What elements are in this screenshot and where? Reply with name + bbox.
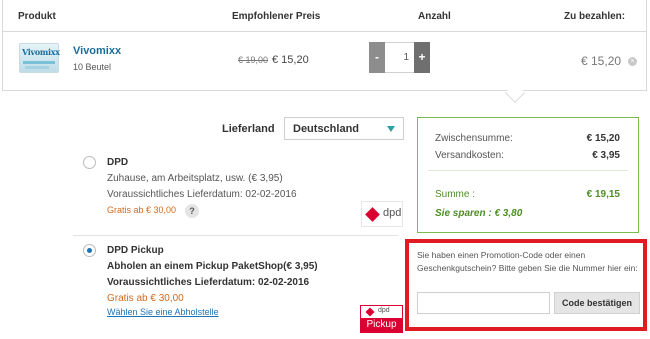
dpd-cube-icon (365, 307, 375, 317)
savings-text: Sie sparen : € 3,80 (435, 208, 523, 219)
subtotal-row: Zwischensumme: € 15,20 (418, 133, 638, 147)
total-row: Summe : € 19,15 (418, 189, 638, 203)
shipping-option-description: Zuhause, am Arbeitsplatz, usw. (€ 3,95) (107, 173, 283, 184)
shipping-option-delivery-date: Voraussichtliches Lieferdatum: 02-02-201… (107, 189, 297, 200)
dpd-pickup-logo: dpd Pickup (360, 305, 403, 333)
shipping-cost-row: Versandkosten: € 3,95 (418, 150, 638, 164)
dpd-logo: dpd (361, 201, 403, 227)
product-image-stripe (23, 61, 55, 64)
shipping-free-threshold: Gratis ab € 30,00 (107, 205, 177, 215)
choose-pickup-location-link[interactable]: Wählen Sie eine Abholstelle (107, 307, 219, 317)
shipping-free-threshold: Gratis ab € 30,00 (107, 293, 184, 304)
product-package-size: 10 Beutel (73, 62, 112, 72)
header-anzahl: Anzahl (418, 11, 451, 22)
shipping-radio-dpd[interactable] (83, 156, 96, 169)
dpd-logo-text: dpd (383, 207, 402, 219)
pickup-logo-text: Pickup (361, 318, 402, 332)
quantity-increase-button[interactable]: + (414, 42, 430, 73)
country-select[interactable]: Deutschland (284, 117, 404, 140)
country-selected-value: Deutschland (293, 123, 360, 135)
country-label: Lieferland (222, 123, 275, 135)
shipping-cost-value: € 3,95 (592, 150, 620, 161)
total-label: Summe : (435, 189, 476, 200)
subtotal-label: Zwischensumme: (435, 133, 513, 144)
product-name-link[interactable]: Vivomixx (73, 45, 121, 57)
quantity-input[interactable]: 1 (386, 43, 413, 72)
quantity-decrease-button[interactable]: - (369, 42, 385, 73)
shipping-radio-dpd-pickup[interactable] (83, 244, 96, 257)
shipping-option-delivery-date: Voraussichtliches Lieferdatum: 02-02-201… (107, 277, 310, 288)
shipping-divider (73, 235, 398, 236)
header-zu-bezahlen: Zu bezahlen: (564, 11, 626, 22)
dpd-cube-icon (365, 207, 380, 222)
line-total: € 15,20 (581, 54, 622, 68)
cart-table: Produkt Empfohlener Preis Anzahl Zu beza… (2, 0, 647, 91)
table-header: Produkt Empfohlener Preis Anzahl Zu beza… (3, 0, 646, 32)
shipping-option-description: Abholen an einem Pickup PaketShop(€ 3,95… (107, 261, 318, 272)
subtotal-value: € 15,20 (586, 133, 620, 144)
product-image-brand: Vivomixx (22, 47, 60, 57)
old-price: € 19,00 (238, 55, 269, 65)
shipping-cost-label: Versandkosten: (435, 150, 504, 161)
header-preis: Empfohlener Preis (232, 11, 321, 22)
promo-code-box: Sie haben einen Promotion-Code oder eine… (405, 239, 647, 331)
product-image-stripe (25, 66, 49, 69)
promo-code-input[interactable] (417, 292, 550, 314)
shipping-option-title: DPD (107, 157, 129, 168)
promo-instructions: Sie haben einen Promotion-Code oder eine… (417, 250, 638, 273)
dpd-logo-text: dpd (378, 307, 390, 314)
header-produkt: Produkt (18, 11, 56, 22)
quantity-stepper: - 1 + (369, 42, 430, 73)
shipping-option-title: DPD Pickup (107, 245, 164, 256)
summary-divider (428, 170, 628, 171)
chevron-down-icon (387, 126, 395, 132)
recommended-price: € 15,20 (272, 54, 309, 66)
help-icon[interactable]: ? (185, 204, 199, 218)
confirm-code-button[interactable]: Code bestätigen (554, 292, 640, 314)
order-summary: Zwischensumme: € 15,20 Versandkosten: € … (417, 117, 639, 233)
total-value: € 19,15 (586, 189, 620, 200)
remove-item-icon[interactable]: × (628, 57, 637, 66)
product-image[interactable]: Vivomixx (19, 43, 60, 73)
